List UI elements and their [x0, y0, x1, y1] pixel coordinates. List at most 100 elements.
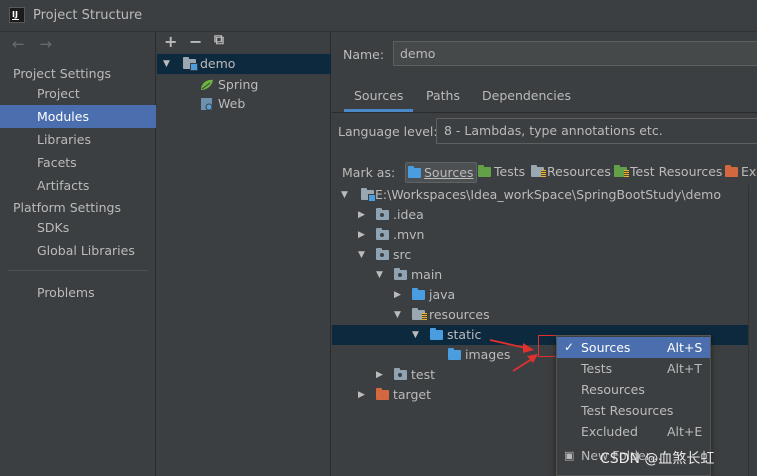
tests-folder-icon [478, 165, 491, 177]
expand-arrow-icon[interactable]: ▼ [358, 245, 368, 265]
project-settings-heading: Project Settings [13, 66, 112, 81]
intellij-logo-icon: IJ [9, 7, 25, 23]
expand-arrow-icon[interactable]: ▼ [163, 54, 173, 74]
folder-icon [392, 365, 408, 385]
collapse-arrow-icon[interactable]: ▶ [394, 285, 404, 305]
sidebar-item-facets[interactable]: Facets [0, 151, 156, 174]
tree-row-java[interactable]: ▶ java [332, 285, 748, 305]
expand-arrow-icon[interactable]: ▼ [412, 325, 422, 345]
collapse-arrow-icon[interactable]: ▶ [358, 225, 368, 245]
tab-dependencies[interactable]: Dependencies [472, 84, 581, 112]
annotation-arrow-line [512, 358, 533, 372]
sidebar-item-global-libraries[interactable]: Global Libraries [0, 239, 156, 262]
facet-item-spring[interactable]: Spring [157, 75, 331, 95]
remove-icon[interactable]: − [189, 32, 202, 51]
menu-item-excluded[interactable]: Excluded Alt+E [557, 421, 710, 442]
folder-icon [374, 225, 390, 245]
new-folder-icon: ▣ [564, 449, 575, 462]
source-folder-icon [410, 285, 426, 305]
annotation-arrow-line [489, 339, 527, 349]
menu-item-label: Sources [581, 340, 631, 355]
tree-row-content-root[interactable]: ▼ E:\Workspaces\Idea_workSpace\SpringBoo… [332, 185, 748, 205]
tree-label: test [411, 367, 436, 382]
forward-arrow-icon[interactable]: → [39, 35, 52, 53]
facet-label: Web [218, 96, 246, 111]
name-label: Name: [343, 47, 385, 62]
collapse-arrow-icon[interactable]: ▶ [358, 385, 368, 405]
source-folder-icon [446, 345, 462, 365]
expand-arrow-icon[interactable]: ▼ [376, 265, 386, 285]
test-resources-folder-icon [614, 165, 629, 177]
spring-leaf-icon [199, 75, 215, 95]
sidebar-item-sdks[interactable]: SDKs [0, 216, 156, 239]
expand-arrow-icon[interactable]: ▼ [341, 185, 351, 205]
mark-resources-button[interactable]: Resources [529, 162, 611, 183]
resources-folder-icon [531, 165, 546, 177]
menu-item-tests[interactable]: Tests Alt+T [557, 358, 710, 379]
tree-row-resources[interactable]: ▼ resources [332, 305, 748, 325]
tree-row-src[interactable]: ▼ src [332, 245, 748, 265]
sidebar-item-libraries[interactable]: Libraries [0, 128, 156, 151]
back-arrow-icon[interactable]: ← [12, 35, 25, 53]
mark-test-resources-label: Test Resources [630, 164, 723, 179]
tree-label: main [411, 267, 443, 282]
sidebar-item-artifacts[interactable]: Artifacts [0, 174, 156, 197]
sidebar-item-problems[interactable]: Problems [0, 281, 156, 304]
tree-row-mvn[interactable]: ▶ .mvn [332, 225, 748, 245]
menu-item-test-resources[interactable]: Test Resources [557, 400, 710, 421]
collapse-arrow-icon[interactable]: ▶ [358, 205, 368, 225]
mark-excluded-button[interactable]: Exc [723, 162, 757, 183]
platform-settings-heading: Platform Settings [13, 200, 121, 215]
menu-item-sources[interactable]: ✓ Sources Alt+S [557, 337, 710, 358]
tab-sources[interactable]: Sources [344, 84, 414, 112]
mark-resources-label: Resources [547, 164, 611, 179]
tree-scrollbar[interactable] [748, 185, 757, 476]
tabs-divider [332, 112, 757, 113]
nav-arrows: ← → [12, 35, 62, 53]
menu-item-label: Excluded [581, 424, 638, 439]
mark-test-resources-button[interactable]: Test Resources [612, 162, 722, 183]
folder-icon [374, 245, 390, 265]
sources-folder-icon [408, 166, 421, 178]
tree-label: E:\Workspaces\Idea_workSpace\SpringBootS… [375, 187, 722, 202]
menu-item-resources[interactable]: Resources [557, 379, 710, 400]
module-tree-root[interactable]: ▼ demo [157, 54, 331, 74]
settings-sidebar: ← → Project Settings Project Modules Lib… [0, 32, 156, 476]
tree-label: resources [429, 307, 490, 322]
sidebar-item-modules[interactable]: Modules [0, 105, 156, 128]
menu-item-shortcut: Alt+S [667, 340, 703, 355]
source-folder-icon [428, 325, 444, 345]
mark-sources-label: Sources [424, 165, 474, 180]
mark-tests-button[interactable]: Tests [476, 162, 525, 183]
copy-icon[interactable]: ⧉ [214, 32, 224, 48]
facet-label: Spring [218, 77, 259, 92]
language-level-label: Language level: [338, 124, 438, 139]
module-tree-panel: + − ⧉ ▼ demo Spring Web [157, 32, 331, 476]
module-name-input[interactable]: demo [393, 41, 757, 66]
module-name: demo [200, 56, 236, 71]
sidebar-item-project[interactable]: Project [0, 82, 156, 105]
collapse-arrow-icon[interactable]: ▶ [376, 365, 386, 385]
sidebar-divider [8, 270, 148, 271]
menu-item-label: Test Resources [581, 403, 674, 418]
facet-item-web[interactable]: Web [157, 94, 331, 114]
resources-folder-icon [410, 305, 427, 325]
tree-label: target [393, 387, 432, 402]
mark-tests-label: Tests [494, 164, 526, 179]
tree-label: .idea [393, 207, 424, 222]
tree-label: java [429, 287, 456, 302]
tree-label: .mvn [393, 227, 425, 242]
web-facet-icon [199, 94, 215, 114]
expand-arrow-icon[interactable]: ▼ [394, 305, 404, 325]
tree-label: src [393, 247, 412, 262]
add-icon[interactable]: + [164, 32, 177, 51]
folder-icon [374, 205, 390, 225]
tree-row-idea[interactable]: ▶ .idea [332, 205, 748, 225]
window-title: Project Structure [33, 8, 143, 23]
tree-label: static [447, 327, 482, 342]
mark-sources-button[interactable]: Sources [405, 162, 478, 183]
language-level-select[interactable]: 8 - Lambdas, type annotations etc. [436, 118, 757, 144]
tree-row-main[interactable]: ▼ main [332, 265, 748, 285]
excluded-folder-icon [374, 385, 390, 405]
tab-paths[interactable]: Paths [416, 84, 470, 112]
